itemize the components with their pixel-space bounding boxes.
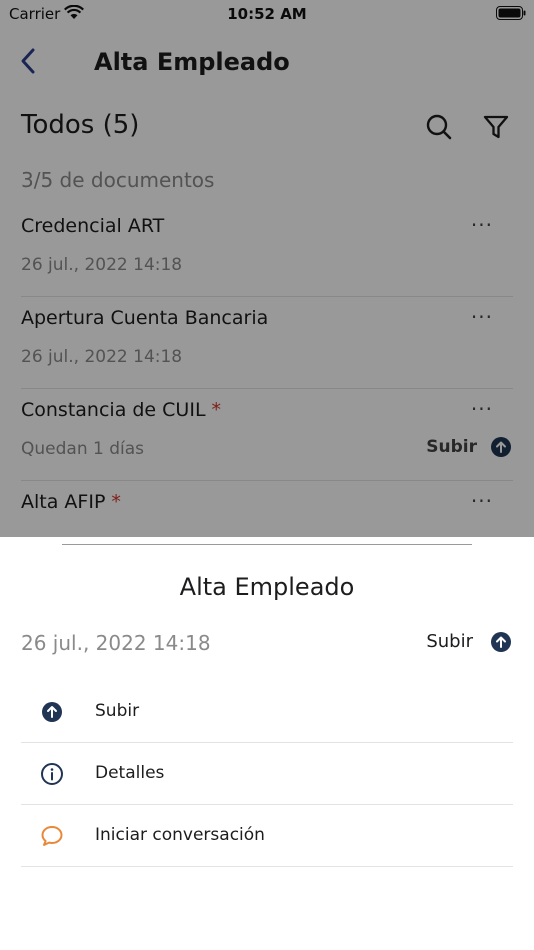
- action-upload[interactable]: Subir: [21, 681, 513, 743]
- sheet-date: 26 jul., 2022 14:18: [21, 631, 211, 655]
- upload-circle-icon: [40, 700, 64, 724]
- action-label: Iniciar conversación: [95, 825, 265, 845]
- action-label: Detalles: [95, 763, 165, 783]
- upload-label: Subir: [426, 631, 473, 652]
- info-icon: [40, 762, 64, 786]
- upload-circle-icon: [491, 631, 511, 652]
- action-sheet: Alta Empleado 26 jul., 2022 14:18 Subir …: [0, 537, 534, 950]
- action-details[interactable]: Detalles: [21, 743, 513, 805]
- sheet-title: Alta Empleado: [179, 573, 355, 601]
- sheet-upload-button[interactable]: Subir: [426, 631, 511, 652]
- sheet-divider: [62, 544, 472, 545]
- chat-bubble-icon: [40, 824, 64, 848]
- action-label: Subir: [95, 701, 140, 721]
- action-start-conversation[interactable]: Iniciar conversación: [21, 805, 513, 867]
